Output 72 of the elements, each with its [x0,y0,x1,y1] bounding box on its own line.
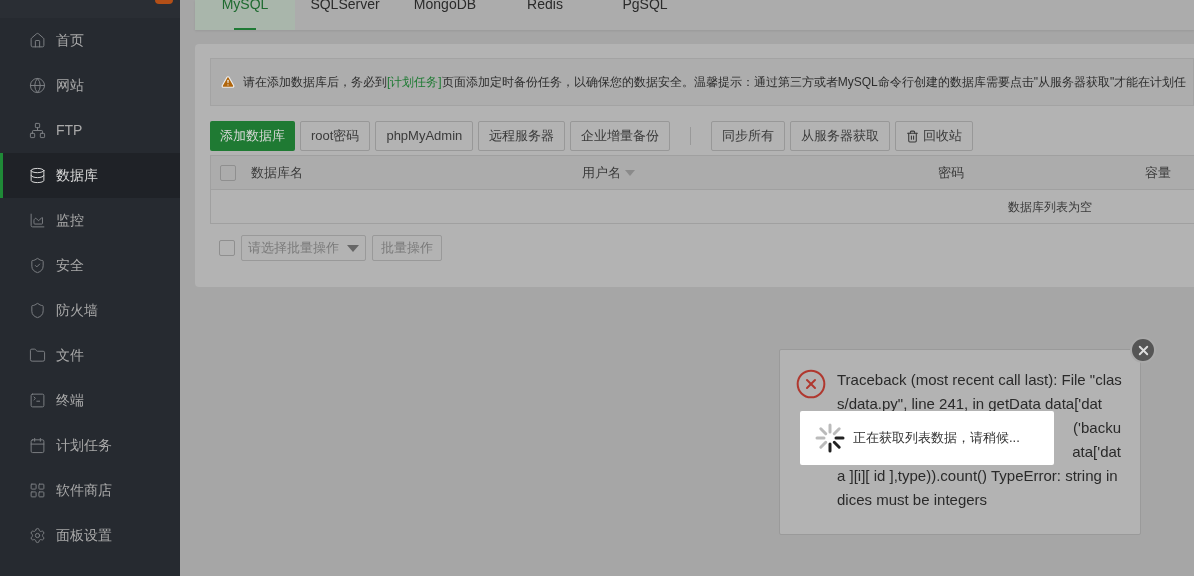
error-icon [795,368,827,400]
column-header[interactable]: 数据库名 [251,162,582,183]
database-tab[interactable]: PgSQL [595,0,695,30]
grid-icon [29,482,46,499]
sidebar-label: 首页 [56,31,84,50]
select-all-checkbox[interactable] [220,164,236,181]
column-header[interactable]: 密码 [938,162,1145,183]
sidebar-item[interactable]: 网站 [0,63,180,108]
sidebar-item[interactable]: FTP [0,108,180,153]
shield-icon [29,302,46,319]
sidebar-label: 文件 [56,346,84,365]
error-text-line: s/data.py", line 241, in getData data['dat [837,394,1103,414]
sidebar-item[interactable]: 面板设置 [0,513,180,558]
sidebar-label: 终端 [56,391,84,410]
tab-underline [234,28,256,30]
sidebar-label: 数据库 [56,166,98,185]
sidebar-label: 软件商店 [56,481,112,500]
sidebar-item[interactable]: 监控 [0,198,180,243]
error-text-line: a ][i][ id ],type)).count() TypeError: string in [837,466,1118,486]
toolbar-button[interactable]: 从服务器获取 [790,121,891,151]
sidebar-item[interactable]: 计划任务 [0,423,180,468]
sidebar-item[interactable]: 软件商店 [0,468,180,513]
sidebar-item[interactable]: 数据库 [0,153,180,198]
folder-icon [29,347,46,364]
chart-icon [29,212,46,229]
sidebar-label: FTP [56,121,83,140]
caret-icon [347,244,359,252]
error-text-line: ata['dat [1072,442,1121,462]
batch-checkbox[interactable] [219,240,235,256]
database-tab[interactable]: SQLServer [295,0,395,30]
toolbar-button[interactable]: 远程服务器 [478,121,566,151]
trash-icon [906,129,920,143]
warning-icon [221,75,235,89]
loading-text: 正在获取列表数据，请稍候... [853,429,1020,448]
notice-text: 请在添加数据库后，务必到[计划任务]页面添加定时备份任务，以确保您的数据安全。温馨提示：通过第三方或者MySQL命令行创建的数据库需要点击"从服务器获取"才能在计划任 [243,74,1187,91]
notification-badge [155,0,173,4]
close-button[interactable] [1130,337,1156,363]
house-icon [29,32,46,49]
error-text-line: ('backu [1073,418,1121,438]
sidebar-item[interactable]: 文件 [0,333,180,378]
database-tab[interactable]: MySQL [195,0,295,30]
sort-caret-icon [625,169,635,176]
sidebar-label: 安全 [56,256,84,275]
column-header[interactable]: 用户名 [582,162,938,183]
toolbar-button[interactable]: phpMyAdmin [375,121,474,151]
network-icon [29,122,46,139]
globe-icon [29,77,46,94]
calendar-icon [29,437,46,454]
toolbar-button[interactable]: 同步所有 [711,121,786,151]
settings-icon [29,527,46,544]
empty-table-message: 数据库列表为空 [1008,198,1092,216]
spinner-icon [815,423,845,453]
database-tab[interactable]: MongoDB [395,0,495,30]
sidebar-label: 面板设置 [56,526,112,545]
sidebar-label: 计划任务 [56,436,112,455]
sidebar-item[interactable]: 首页 [0,18,180,63]
error-text-line: Traceback (most recent call last): File "clas [837,370,1122,390]
sidebar-item[interactable]: 安全 [0,243,180,288]
sidebar-item[interactable]: 防火墙 [0,288,180,333]
recycle-bin-button[interactable]: 回收站 [895,121,974,151]
add-database-button[interactable]: 添加数据库 [210,121,295,151]
sidebar-item[interactable]: 终端 [0,378,180,423]
error-text-line: dices must be integers [837,490,988,510]
sidebar-label: 网站 [56,76,84,95]
sidebar-label: 防火墙 [56,301,98,320]
database-icon [29,167,46,184]
sidebar-label: 监控 [56,211,84,230]
terminal-icon [29,392,46,409]
toolbar-button[interactable]: 企业增量备份 [570,121,671,151]
shield-check-icon [29,257,46,274]
toolbar-button[interactable]: root密码 [300,121,371,151]
column-header[interactable]: 容量 [1145,162,1171,183]
